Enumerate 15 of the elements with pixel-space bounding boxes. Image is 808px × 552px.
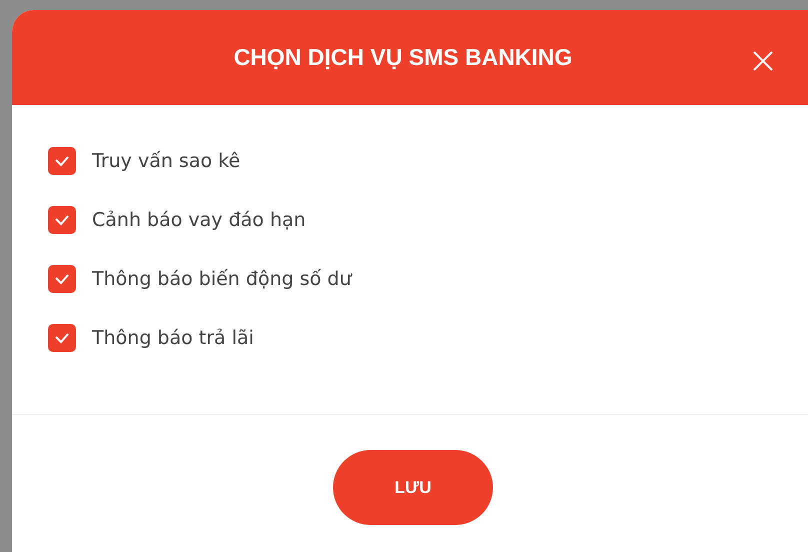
check-icon xyxy=(54,332,70,344)
checkbox[interactable] xyxy=(48,206,76,234)
option-label: Thông báo trả lãi xyxy=(92,326,254,351)
check-icon xyxy=(54,155,70,167)
dialog-title: CHỌN DỊCH VỤ SMS BANKING xyxy=(232,43,574,72)
option-label: Cảnh báo vay đáo hạn xyxy=(92,208,306,233)
check-icon xyxy=(54,273,70,285)
checkbox[interactable] xyxy=(48,324,76,352)
close-icon xyxy=(752,50,774,72)
checkbox[interactable] xyxy=(48,265,76,293)
checkbox[interactable] xyxy=(48,147,76,175)
save-button[interactable]: LƯU xyxy=(333,450,493,525)
option-label: Thông báo biến động số dư xyxy=(92,266,352,292)
option-label: Truy vấn sao kê xyxy=(92,148,240,174)
check-icon xyxy=(54,214,70,226)
